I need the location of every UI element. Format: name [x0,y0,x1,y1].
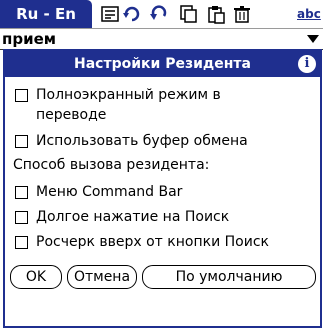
checkbox[interactable] [15,186,28,199]
option-fullscreen[interactable]: Полноэкранный режим в переводе [15,85,276,125]
section-label: Способ вызова резидента: [13,157,210,173]
option-clipboard[interactable]: Использовать буфер обмена [15,131,248,151]
settings-dialog: Настройки Резидента i Полноэкранный режи… [3,49,322,328]
method-label: Долгое нажатие на Поиск [36,209,230,225]
method-label: Росчерк вверх от кнопки Поиск [36,234,269,250]
option-label: Использовать буфер обмена [36,133,248,149]
copy-icon[interactable] [178,4,198,24]
dictionary-icon[interactable] [100,4,120,24]
search-input[interactable] [2,29,292,49]
default-button[interactable]: По умолчанию [142,265,316,289]
checkbox[interactable] [15,211,28,224]
option-label: Полноэкранный режим в переводе [36,87,221,123]
trash-icon[interactable] [232,4,252,24]
toolbar: Ru - En abc [0,0,323,29]
language-pair-selector[interactable]: Ru - En [0,0,92,28]
dropdown-arrow-icon[interactable] [307,35,319,43]
method-stroke-up-search[interactable]: Росчерк вверх от кнопки Поиск [15,232,269,252]
info-icon[interactable]: i [298,55,316,73]
refresh-icon[interactable] [122,4,142,24]
method-long-press-search[interactable]: Долгое нажатие на Поиск [15,207,229,227]
dialog-title: Настройки Резидента i [5,51,320,77]
method-command-bar[interactable]: Меню Command Bar [15,182,182,202]
method-label: Меню Command Bar [36,184,183,200]
checkbox[interactable] [15,89,28,102]
abc-icon[interactable]: abc [297,3,323,25]
undo-icon[interactable] [148,4,168,24]
search-row [0,29,323,50]
checkbox[interactable] [15,236,28,249]
ok-button[interactable]: OK [10,265,62,289]
paste-icon[interactable] [206,4,226,24]
checkbox[interactable] [15,135,28,148]
dialog-title-text: Настройки Резидента [74,56,251,72]
cancel-button[interactable]: Отмена [67,265,137,289]
